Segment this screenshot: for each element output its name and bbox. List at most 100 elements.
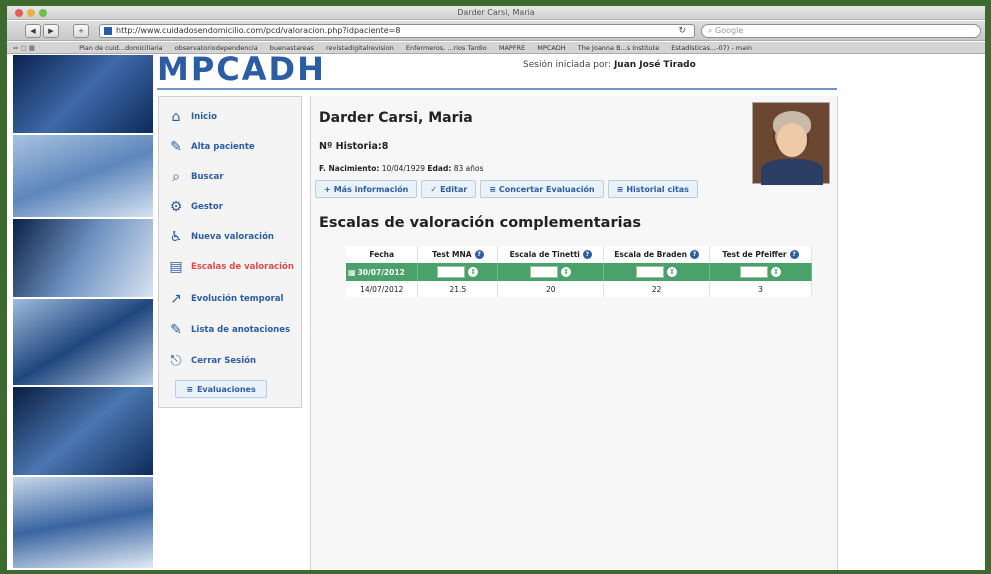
new-evaluation-row: ▦ 30/07/2012 ⇕ ⇕ ⇕ ⇕ bbox=[346, 263, 812, 281]
pfeiffer-input-cell: ⇕ bbox=[709, 263, 812, 281]
browser-toolbar: ◀ ▶ + http://www.cuidadosendomicilio.com… bbox=[7, 21, 985, 41]
add-bookmark-button[interactable]: + bbox=[73, 24, 89, 38]
table-row[interactable]: 14/07/2012 21.5 20 22 3 bbox=[346, 281, 812, 297]
bookmark-item[interactable]: MPCADH bbox=[537, 42, 565, 53]
mna-input[interactable] bbox=[437, 266, 466, 278]
chart-icon: ↗ bbox=[170, 291, 182, 307]
zoom-window-button[interactable] bbox=[39, 9, 47, 17]
plus-icon: + bbox=[324, 184, 331, 194]
column-header: Fecha bbox=[346, 246, 419, 263]
patient-age: 83 años bbox=[453, 164, 484, 173]
braden-input-cell: ⇕ bbox=[603, 263, 711, 281]
sidebar-item-gestor[interactable]: ⚙ Gestor bbox=[159, 195, 301, 219]
row-tinetti-value: 20 bbox=[497, 281, 605, 297]
window-titlebar: Darder Carsi, Maria bbox=[7, 6, 985, 20]
ruler-icon: ▤ bbox=[169, 259, 183, 275]
sidebar-item-alta-paciente[interactable]: ✎ Alta paciente bbox=[159, 135, 301, 159]
history-label: Nº Historia: bbox=[319, 141, 382, 152]
tinetti-input[interactable] bbox=[530, 266, 559, 278]
bookmark-item[interactable]: The Joanna B...s Institute bbox=[578, 42, 659, 53]
column-header-label: Test de Pfeiffer bbox=[722, 249, 787, 259]
stepper-icon[interactable]: ⇕ bbox=[771, 267, 782, 277]
appointment-history-label: Historial citas bbox=[626, 184, 689, 194]
help-icon[interactable]: ? bbox=[474, 250, 484, 260]
stepper-icon[interactable]: ⇕ bbox=[667, 267, 678, 277]
calendar-icon[interactable]: ▦ bbox=[348, 268, 356, 277]
history-number: 8 bbox=[381, 141, 389, 152]
bookmark-item[interactable]: Plan de cuid...domiciliaria bbox=[79, 42, 163, 53]
patient-actions: + Más información ✓ Editar ≡ Concertar E… bbox=[315, 180, 698, 198]
pfeiffer-input[interactable] bbox=[740, 266, 769, 278]
sidebar-item-inicio[interactable]: ⌂ Inicio bbox=[159, 105, 301, 129]
birth-date: 10/04/1929 bbox=[381, 164, 426, 173]
search-placeholder: Google bbox=[715, 26, 744, 35]
section-title: Escalas de valoración complementarias bbox=[319, 215, 641, 231]
stepper-icon[interactable]: ⇕ bbox=[468, 267, 479, 277]
sidebar-item-escalas[interactable]: ▤ Escalas de valoración bbox=[159, 255, 301, 279]
url-text: http://www.cuidadosendomicilio.com/pcd/v… bbox=[116, 26, 401, 35]
pencil-icon: ✎ bbox=[170, 322, 182, 338]
close-window-button[interactable] bbox=[15, 9, 23, 17]
pencil-icon: ✎ bbox=[170, 139, 182, 155]
help-icon[interactable]: ? bbox=[582, 250, 592, 260]
bookmark-item[interactable]: Estadísticas...-07) - main bbox=[671, 42, 752, 53]
column-header: Test MNA? bbox=[417, 246, 499, 263]
sidebar-item-label: Gestor bbox=[191, 202, 223, 212]
help-icon[interactable]: ? bbox=[689, 250, 699, 260]
photo-tile bbox=[13, 477, 153, 570]
column-header-label: Escala de Tinetti bbox=[509, 249, 580, 259]
site-logo[interactable]: MPCADH bbox=[157, 53, 326, 85]
more-info-button[interactable]: + Más información bbox=[315, 180, 418, 198]
sidebar-item-evolucion-temporal[interactable]: ↗ Evolución temporal bbox=[159, 287, 301, 311]
patient-birth: F. Nacimiento: 10/04/1929 Edad: 83 años bbox=[319, 164, 484, 173]
patient-photo bbox=[752, 102, 830, 185]
photo-tile bbox=[13, 55, 153, 135]
minimize-window-button[interactable] bbox=[27, 9, 35, 17]
sidebar-item-cerrar-sesion[interactable]: ⎋ Cerrar Sesión bbox=[159, 349, 301, 373]
photo-body bbox=[761, 159, 823, 185]
back-button[interactable]: ◀ bbox=[25, 24, 41, 38]
appointment-history-button[interactable]: ≡ Historial citas bbox=[607, 180, 698, 198]
header-divider bbox=[157, 88, 837, 90]
age-label: Edad: bbox=[427, 164, 452, 173]
new-row-date-cell[interactable]: ▦ 30/07/2012 bbox=[346, 263, 419, 281]
table-header-row: Fecha Test MNA? Escala de Tinetti? Escal… bbox=[346, 246, 812, 263]
list-icon: ≡ bbox=[489, 184, 496, 194]
sidebar-item-label: Cerrar Sesión bbox=[191, 356, 257, 366]
evaluations-button[interactable]: ≡ Evaluaciones bbox=[175, 380, 267, 398]
address-bar[interactable]: http://www.cuidadosendomicilio.com/pcd/v… bbox=[99, 24, 695, 38]
screenshot-frame: Darder Carsi, Maria ◀ ▶ + http://www.cui… bbox=[7, 6, 985, 570]
tinetti-input-cell: ⇕ bbox=[497, 263, 605, 281]
forward-button[interactable]: ▶ bbox=[43, 24, 59, 38]
reading-list-icon[interactable]: ⇔ ▢ ▦ bbox=[13, 42, 77, 53]
bookmark-item[interactable]: revistadigitalrevision bbox=[326, 42, 394, 53]
edit-button[interactable]: ✓ Editar bbox=[421, 180, 477, 198]
web-page: MPCADH Sesión iniciada por: Juan José Ti… bbox=[7, 53, 985, 570]
braden-input[interactable] bbox=[636, 266, 665, 278]
schedule-evaluation-button[interactable]: ≡ Concertar Evaluación bbox=[480, 180, 604, 198]
session-user: Juan José Tirado bbox=[613, 60, 696, 70]
gears-icon: ⚙ bbox=[169, 199, 183, 215]
new-row-date: 30/07/2012 bbox=[357, 267, 405, 277]
sidebar-item-lista-anotaciones[interactable]: ✎ Lista de anotaciones bbox=[159, 318, 301, 342]
row-pfeiffer-value: 3 bbox=[709, 281, 812, 297]
stepper-icon[interactable]: ⇕ bbox=[561, 267, 572, 277]
search-field[interactable]: ⌕ Google bbox=[701, 24, 981, 38]
bookmarks-bar: ⇔ ▢ ▦ Plan de cuid...domiciliaria observ… bbox=[7, 42, 985, 54]
sidebar-item-label: Buscar bbox=[191, 172, 224, 182]
reload-icon[interactable]: ↻ bbox=[678, 25, 686, 37]
search-icon: ⌕ bbox=[708, 26, 713, 35]
bookmark-item[interactable]: Enfermeros, ...rios Tardio bbox=[406, 42, 487, 53]
window-controls bbox=[15, 9, 47, 17]
row-braden-value: 22 bbox=[603, 281, 711, 297]
sidebar-item-label: Escalas de valoración bbox=[191, 262, 294, 272]
sidebar-item-buscar[interactable]: ⌕ Buscar bbox=[159, 165, 301, 189]
column-header-label: Escala de Braden bbox=[614, 249, 687, 259]
sidebar-item-nueva-valoracion[interactable]: ♿ Nueva valoración bbox=[159, 225, 301, 249]
sidebar-item-label: Lista de anotaciones bbox=[191, 325, 291, 335]
row-mna-value: 21.5 bbox=[417, 281, 499, 297]
sidebar-item-label: Inicio bbox=[191, 112, 217, 122]
window-title: Darder Carsi, Maria bbox=[457, 8, 535, 17]
help-icon[interactable]: ? bbox=[789, 250, 799, 260]
bookmark-item[interactable]: MAPFRE bbox=[499, 42, 525, 53]
